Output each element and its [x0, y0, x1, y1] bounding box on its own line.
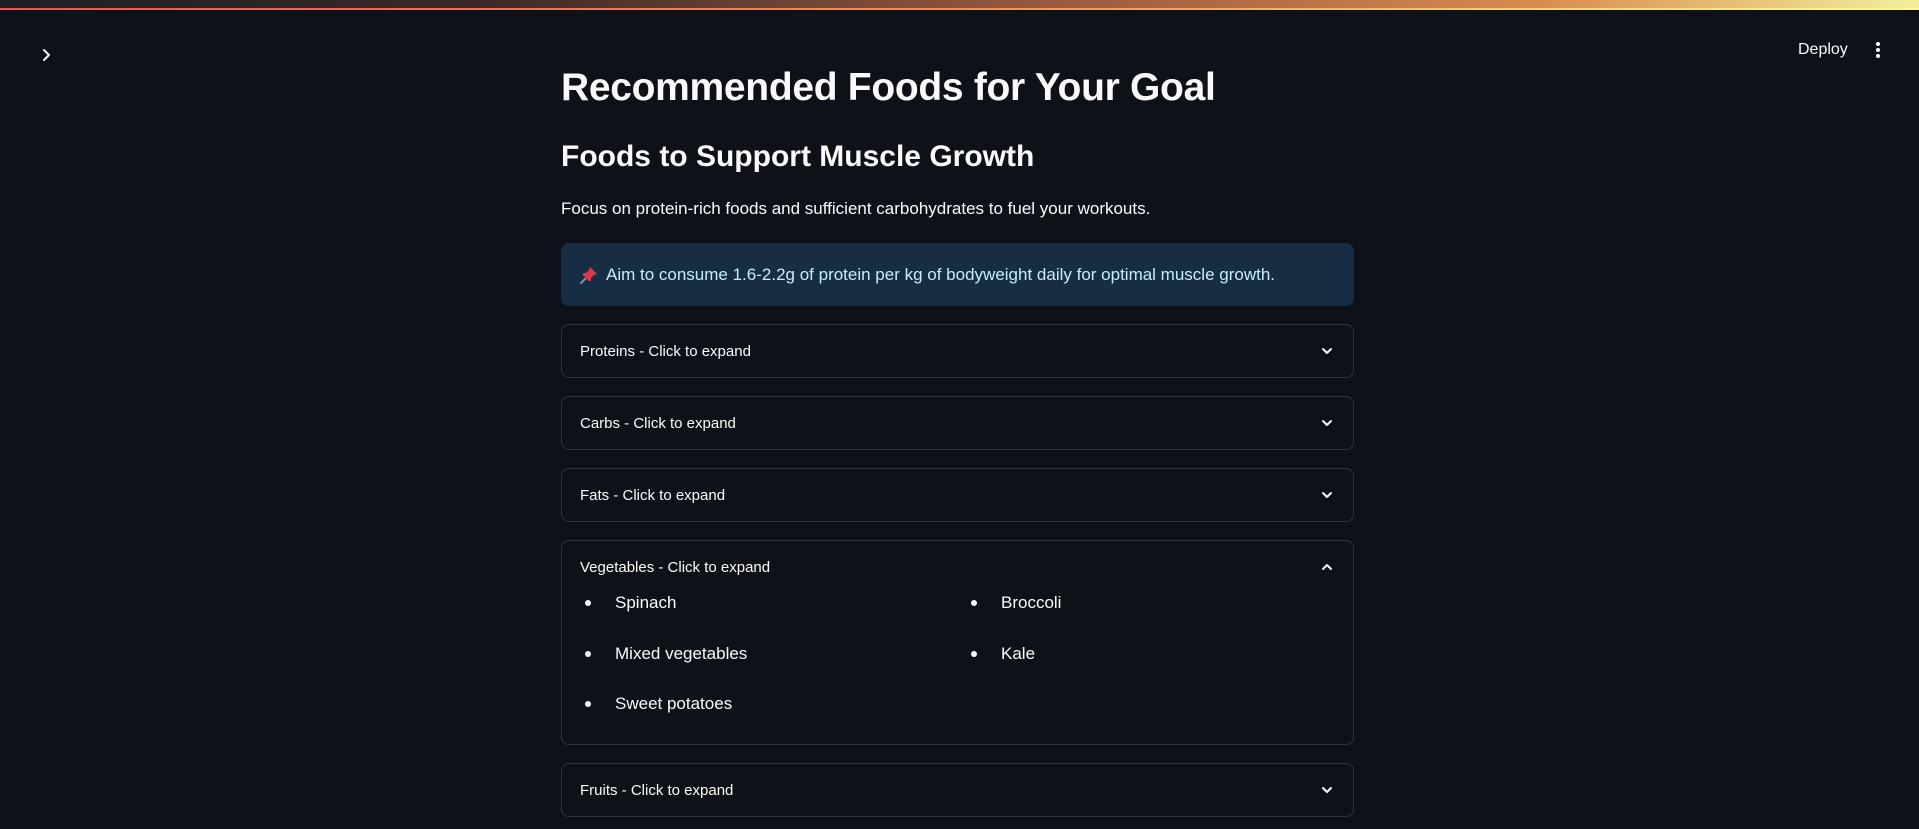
chevron-up-icon	[1319, 559, 1335, 575]
info-text: Aim to consume 1.6-2.2g of protein per k…	[606, 264, 1276, 284]
chevron-down-icon	[1319, 343, 1335, 359]
list-item: Broccoli	[971, 593, 1061, 613]
list-item-text: Broccoli	[1001, 593, 1062, 612]
expander-label: Fats - Click to expand	[580, 486, 726, 504]
expander-header-fruits[interactable]: Fruits - Click to expand	[562, 764, 1353, 816]
bullet	[585, 600, 591, 606]
bullet	[585, 651, 591, 657]
sidebar-expand-button[interactable]	[36, 44, 58, 66]
chevron-down-icon	[1319, 415, 1335, 431]
main-menu-button[interactable]	[1866, 36, 1890, 64]
expander-fruits: Fruits - Click to expand	[561, 763, 1354, 817]
expander-label: Fruits - Click to expand	[580, 781, 734, 799]
chevron-right-icon	[43, 49, 50, 61]
expander-header-proteins[interactable]: Proteins - Click to expand	[562, 325, 1353, 377]
intro-text: Focus on protein-rich foods and sufficie…	[561, 199, 1151, 218]
list-item-text: Spinach	[615, 593, 677, 612]
list-item-text: Sweet potatoes	[615, 694, 733, 713]
expander-body-vegetables: Spinach Broccoli Mixed vegetables Kale S…	[562, 593, 1353, 743]
expander-label: Proteins - Click to expand	[580, 342, 751, 360]
list-item-text: Kale	[1001, 644, 1036, 663]
list-item: Mixed vegetables	[585, 644, 747, 664]
expander-vegetables: Vegetables - Click to expand Spinach Bro…	[561, 540, 1354, 745]
expander-carbs: Carbs - Click to expand	[561, 396, 1354, 450]
bullet	[585, 701, 591, 707]
list-item-text: Mixed vegetables	[615, 644, 748, 663]
more-vertical-icon	[1876, 42, 1880, 58]
chevron-down-icon	[1319, 487, 1335, 503]
pushpin-icon	[580, 266, 598, 284]
list-item: Sweet potatoes	[585, 694, 732, 714]
chevron-down-icon	[1319, 782, 1335, 798]
expander-header-vegetables[interactable]: Vegetables - Click to expand	[562, 541, 1353, 593]
expander-header-fats[interactable]: Fats - Click to expand	[562, 469, 1353, 521]
list-item: Kale	[971, 644, 1035, 664]
header-decoration-bar	[0, 0, 1919, 10]
list-item: Spinach	[585, 593, 676, 613]
section-title: Foods to Support Muscle Growth	[561, 140, 1035, 173]
bullet	[971, 600, 977, 606]
bullet	[971, 651, 977, 657]
expander-header-carbs[interactable]: Carbs - Click to expand	[562, 397, 1353, 449]
deploy-button[interactable]: Deploy	[1790, 36, 1856, 64]
expander-proteins: Proteins - Click to expand	[561, 324, 1354, 378]
expander-label: Vegetables - Click to expand	[580, 558, 771, 576]
page-title: Recommended Foods for Your Goal	[561, 66, 1216, 109]
info-alert: Aim to consume 1.6-2.2g of protein per k…	[561, 243, 1354, 306]
expander-label: Carbs - Click to expand	[580, 414, 736, 432]
expander-fats: Fats - Click to expand	[561, 468, 1354, 522]
